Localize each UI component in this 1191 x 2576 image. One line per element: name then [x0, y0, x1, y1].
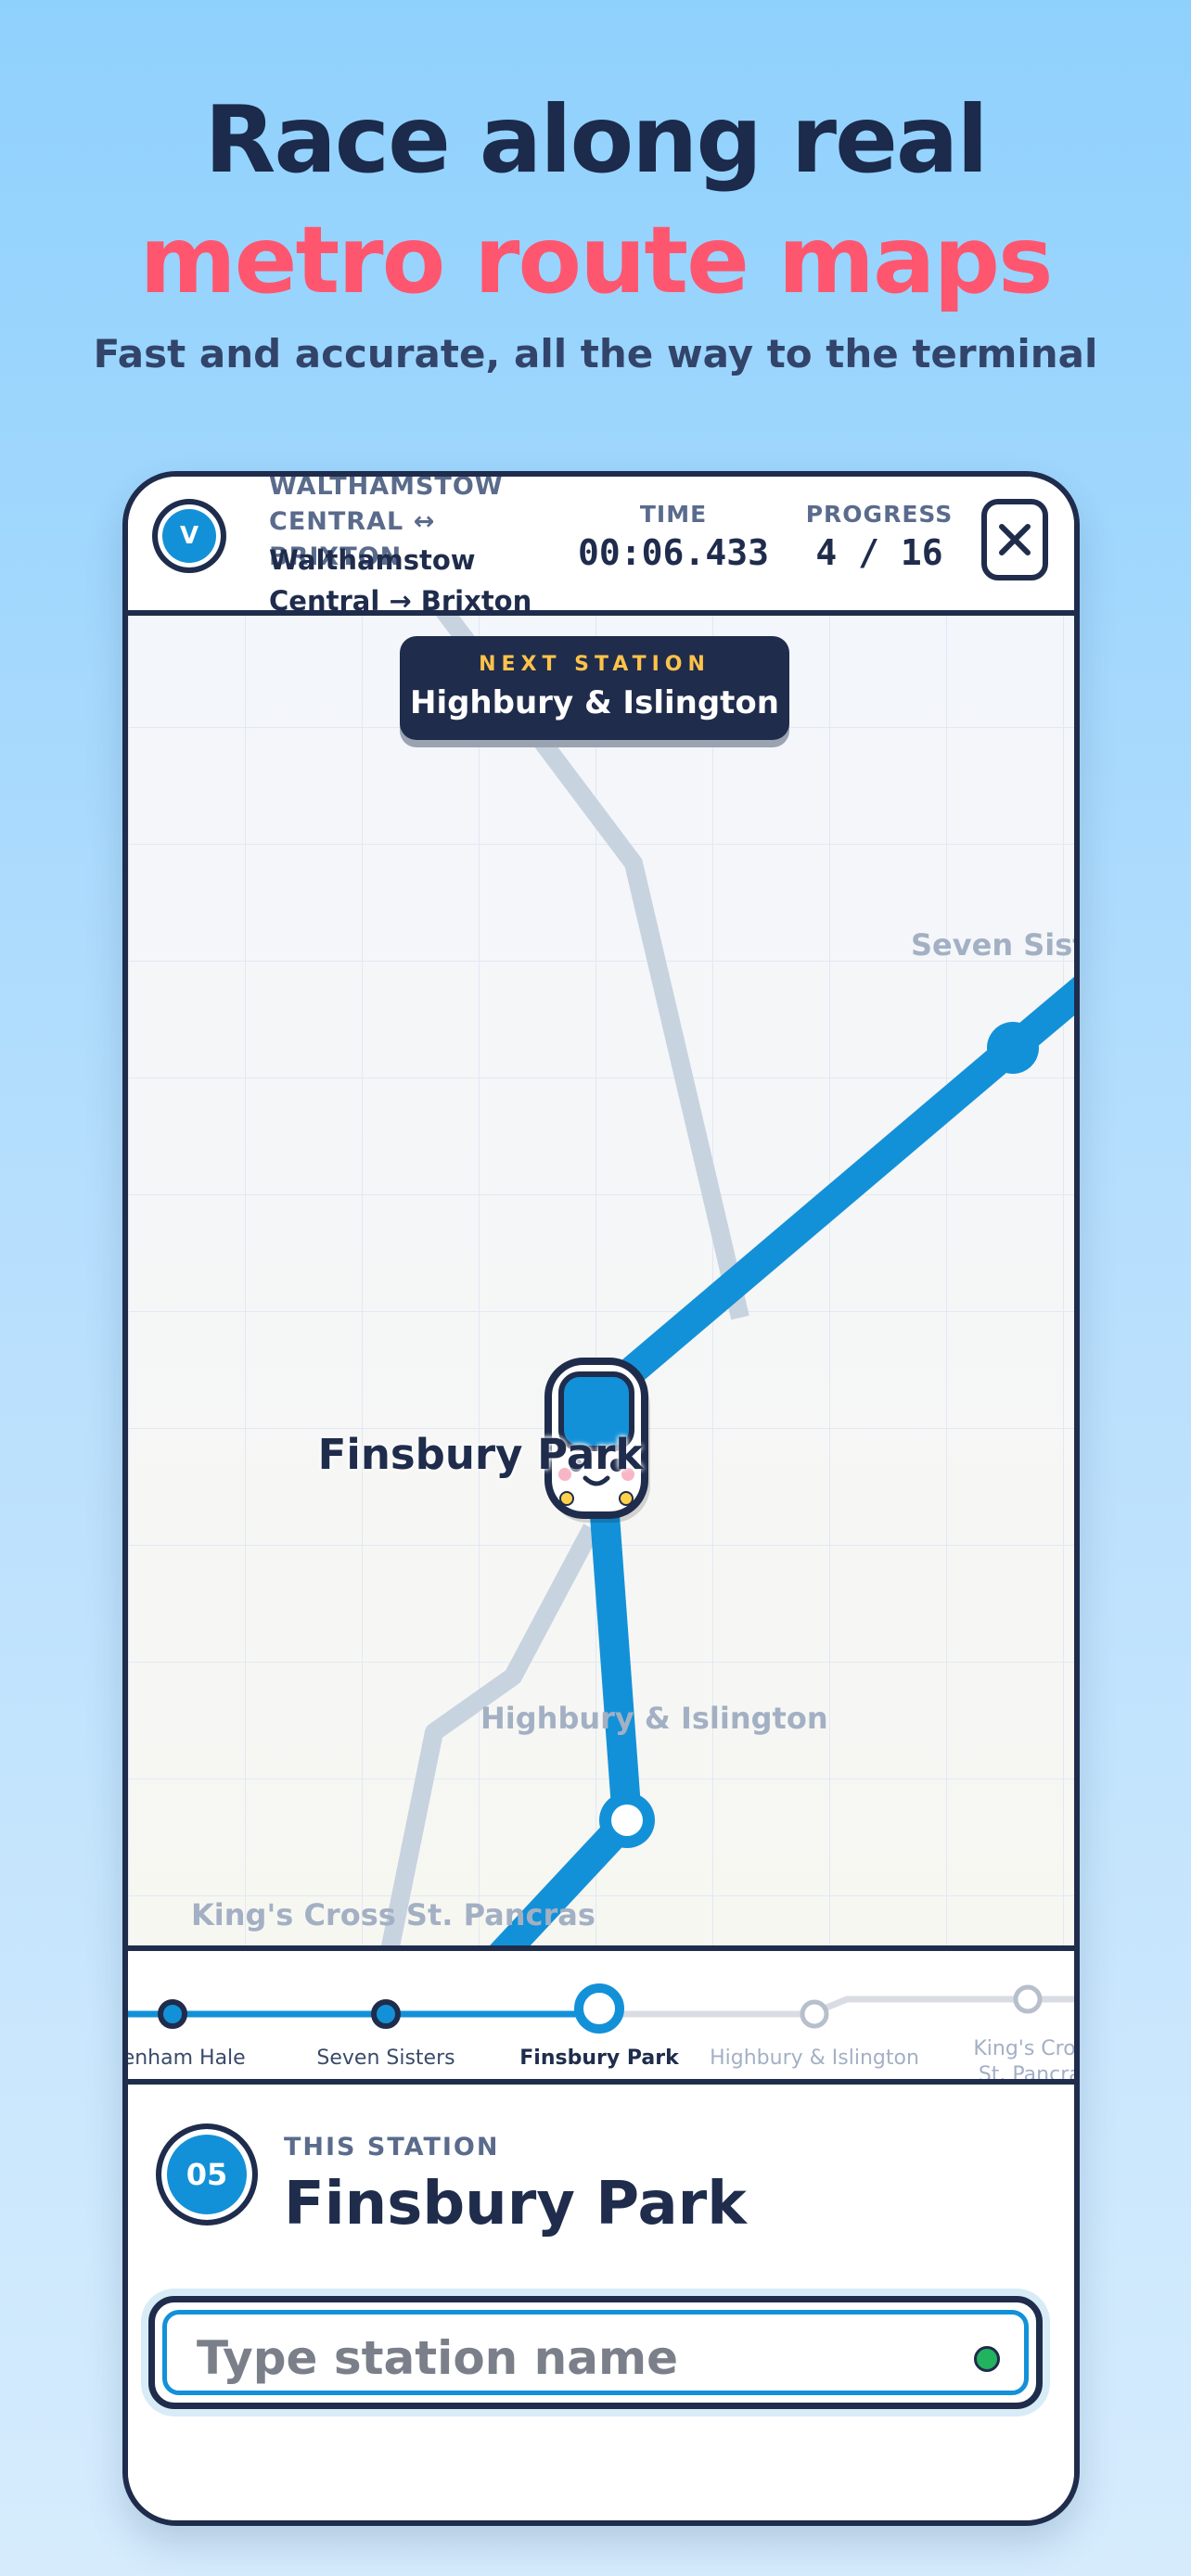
- station-name-input[interactable]: [195, 2329, 941, 2387]
- line-badge: V: [152, 499, 226, 573]
- strip-dot-upcoming: [1013, 1984, 1043, 2014]
- next-station-label: NEXT STATION: [479, 653, 711, 676]
- progress-label: PROGRESS: [805, 501, 954, 528]
- this-station-label: THIS STATION: [284, 2133, 500, 2162]
- game-screen: V WALTHAMSTOW CENTRAL ↔ BRIXTON Walthams…: [122, 471, 1080, 2526]
- strip-label-finsbury-park[interactable]: Finsbury Park: [519, 2046, 678, 2072]
- strip-label-seven-sisters[interactable]: Seven Sisters: [316, 2046, 455, 2072]
- current-station-label: Finsbury Park: [317, 1430, 644, 1479]
- map-label-highbury: Highbury & Islington: [480, 1701, 828, 1736]
- strip-label-highbury[interactable]: Highbury & Islington: [710, 2046, 919, 2072]
- this-station-name: Finsbury Park: [284, 2170, 747, 2238]
- progress-value: 4 / 16: [815, 532, 943, 573]
- strip-label-tottenham-hale[interactable]: Tottenham Hale: [128, 2046, 246, 2072]
- strip-label-kings-cross[interactable]: King's Cross St. Pancras: [966, 2036, 1074, 2079]
- station-strip[interactable]: Tottenham Hale Seven Sisters Finsbury Pa…: [128, 1945, 1074, 2085]
- station-input-frame: [148, 2296, 1043, 2409]
- next-station-name: Highbury & Islington: [409, 684, 779, 721]
- next-station-card: NEXT STATION Highbury & Islington: [400, 636, 789, 740]
- map-label-seven-sisters: Seven Sisters: [911, 927, 1074, 963]
- route-map[interactable]: NEXT STATION Highbury & Islington Seven …: [128, 610, 1074, 1945]
- station-marker-seven-sisters: [987, 1022, 1039, 1074]
- close-icon: [999, 524, 1031, 555]
- promo-headline-1: Race along real: [204, 85, 988, 194]
- answer-panel: 05 THIS STATION Finsbury Park: [128, 2085, 1074, 2520]
- strip-dot-current: [574, 1983, 624, 2034]
- strip-dot-passed: [158, 1999, 187, 2029]
- close-button[interactable]: [981, 499, 1048, 580]
- status-dot-icon: [974, 2346, 1000, 2372]
- map-canvas: [128, 610, 1074, 1945]
- station-number-badge: 05: [156, 2123, 258, 2225]
- route-direction: Walthamstow Central → Brixton: [269, 544, 532, 617]
- time-label: TIME: [639, 501, 708, 528]
- strip-dot-passed: [371, 1999, 401, 2029]
- time-value: 00:06.433: [578, 532, 769, 573]
- promo-subtitle: Fast and accurate, all the way to the te…: [93, 331, 1098, 376]
- map-label-kings-cross: King's Cross St. Pancras: [191, 1897, 596, 1932]
- strip-dot-upcoming: [800, 1999, 829, 2029]
- promo-headline-2: metro route maps: [139, 206, 1053, 314]
- game-header: V WALTHAMSTOW CENTRAL ↔ BRIXTON Walthams…: [128, 477, 1074, 617]
